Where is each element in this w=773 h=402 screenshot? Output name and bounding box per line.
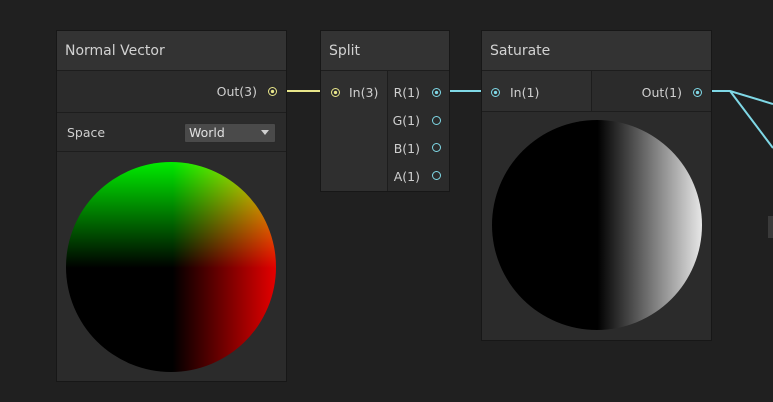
in-port-label: In(3) [349, 85, 379, 100]
space-label: Space [67, 125, 106, 140]
normal-sphere-preview [66, 162, 276, 372]
node-title[interactable]: Split [321, 31, 449, 71]
in-port-label: In(1) [510, 85, 540, 100]
out-g-label: G(1) [392, 113, 420, 128]
node-title[interactable]: Normal Vector [57, 31, 286, 71]
out-a-label: A(1) [393, 169, 420, 184]
output-port-row: Out(3) [57, 71, 286, 111]
normal-vector-node[interactable]: Normal Vector Out(3) Space World [56, 30, 287, 382]
out-port-icon[interactable] [268, 87, 277, 96]
in-port-icon[interactable] [491, 88, 500, 97]
out-a-port-icon[interactable] [432, 171, 441, 180]
saturate-node[interactable]: Saturate In(1) Out(1) [481, 30, 712, 341]
out-b-label: B(1) [393, 141, 420, 156]
split-node[interactable]: Split In(3) R(1) G(1) B(1) A(1) [320, 30, 450, 192]
space-setting-row: Space World [57, 112, 286, 152]
out-r-port-icon[interactable] [432, 88, 441, 97]
chevron-down-icon [261, 130, 269, 135]
offscreen-node-edge [768, 216, 773, 238]
wire-saturate-out-b [729, 90, 773, 149]
out-port-label: Out(1) [641, 85, 682, 100]
out-r-label: R(1) [393, 85, 420, 100]
space-dropdown-value: World [189, 125, 225, 140]
space-dropdown[interactable]: World [184, 123, 276, 143]
in-port-icon[interactable] [331, 88, 340, 97]
out-b-port-icon[interactable] [432, 143, 441, 152]
out-g-port-icon[interactable] [432, 116, 441, 125]
out-port-icon[interactable] [693, 88, 702, 97]
out-port-label: Out(3) [216, 84, 257, 99]
node-title[interactable]: Saturate [482, 31, 711, 71]
grayscale-sphere-preview [492, 120, 702, 330]
